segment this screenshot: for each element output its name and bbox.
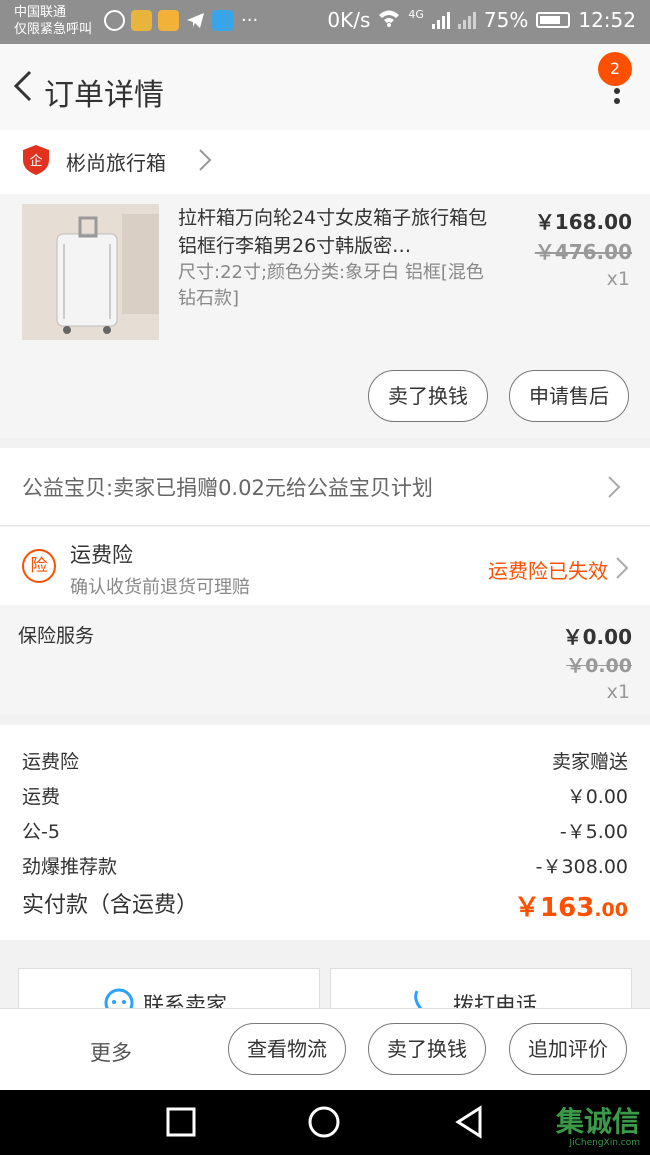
contact-seller-button[interactable]: 联系卖家 — [18, 968, 320, 1008]
video-app-icon — [212, 10, 233, 31]
back-icon[interactable] — [450, 1104, 490, 1140]
network-type: 4G — [408, 7, 424, 21]
chevron-right-icon — [614, 555, 630, 581]
insurance-subtitle: 确认收货前退货可理赔 — [70, 577, 250, 598]
service-original-price: ￥0.00 — [566, 655, 632, 677]
notification-app-icon — [104, 10, 125, 31]
watermark-logo: 集诚信 — [555, 1105, 640, 1138]
summary-label: 运费 — [22, 786, 61, 808]
carrier-status: 仅限紧急呼叫 — [14, 22, 93, 37]
wifi-icon — [378, 8, 400, 32]
signal-icon — [457, 11, 476, 29]
sell-for-cash-button[interactable]: 卖了换钱 — [368, 370, 488, 422]
product-item[interactable]: 拉杆箱万向轮24寸女皮箱子旅行箱包铝框行李箱男26寸韩版密… 尺寸:22寸;颜色… — [0, 194, 650, 438]
system-nav-bar: 集诚信 JiChengXin.com — [0, 1090, 650, 1155]
status-indicators: 0K/s 4G 75% 12:52 — [327, 7, 636, 33]
phone-icon — [411, 987, 437, 1008]
add-review-button[interactable]: 追加评价 — [509, 1023, 627, 1075]
sell-for-cash-button[interactable]: 卖了换钱 — [368, 1023, 486, 1075]
recents-icon[interactable] — [160, 1104, 200, 1140]
product-quantity: x1 — [606, 268, 630, 290]
insurance-title: 运费险 — [70, 543, 133, 567]
more-button[interactable]: 更多 — [90, 1037, 132, 1067]
back-arrow-icon[interactable] — [8, 66, 40, 106]
service-price: ￥0.00 — [562, 625, 632, 649]
insurance-status: 运费险已失效 — [488, 559, 608, 583]
apply-after-sale-button[interactable]: 申请售后 — [509, 370, 629, 422]
view-logistics-button[interactable]: 查看物流 — [228, 1023, 346, 1075]
shipping-insurance-row[interactable]: 险 运费险 确认收货前退货可理赔 运费险已失效 — [0, 527, 650, 605]
order-summary: 运费险 卖家赠送 运费 ￥0.00 公-5 -￥5.00 劲爆推荐款 -￥308… — [0, 725, 650, 940]
product-sku: 尺寸:22寸;颜色分类:象牙白 铝框[混色钻石款] — [178, 262, 484, 309]
notification-icons: ··· — [104, 10, 258, 31]
charity-text: 公益宝贝:卖家已捐赠0.02元给公益宝贝计划 — [22, 476, 433, 500]
call-label: 拨打电话 — [453, 993, 537, 1008]
clock: 12:52 — [578, 8, 636, 32]
product-original-price: ￥476.00 — [534, 240, 632, 264]
summary-value: ￥0.00 — [566, 786, 628, 808]
total-amount-integer: ￥163 — [514, 893, 595, 923]
total-amount: ￥163.00 — [514, 887, 628, 924]
product-price: ￥168.00 — [534, 210, 632, 234]
product-title[interactable]: 拉杆箱万向轮24寸女皮箱子旅行箱包铝框行李箱男26寸韩版密… — [178, 204, 498, 260]
battery-icon — [536, 12, 571, 28]
watermark-url: JiChengXin.com — [569, 1138, 640, 1148]
insurance-icon: 险 — [22, 549, 56, 583]
carrier-name: 中国联通 — [14, 5, 67, 20]
page-title: 订单详情 — [44, 78, 164, 113]
total-amount-decimal: .00 — [594, 899, 628, 921]
notification-app-icon — [131, 10, 152, 31]
enterprise-shield-icon: 企 — [22, 144, 50, 176]
summary-value: 卖家赠送 — [551, 751, 628, 773]
summary-value: -￥5.00 — [559, 821, 628, 843]
call-button[interactable]: 拨打电话 — [330, 968, 632, 1008]
chevron-right-icon — [196, 146, 214, 174]
battery-percent: 75% — [483, 8, 529, 32]
shop-name: 彬尚旅行箱 — [66, 151, 166, 175]
chat-icon — [103, 987, 135, 1008]
contact-section: 联系卖家 拨打电话 — [0, 950, 650, 1008]
summary-value: -￥308.00 — [535, 856, 628, 878]
service-quantity: x1 — [606, 681, 630, 703]
home-icon[interactable] — [304, 1104, 344, 1140]
summary-label: 公-5 — [22, 821, 60, 843]
total-label: 实付款（含运费） — [22, 893, 199, 918]
summary-label: 运费险 — [22, 751, 80, 773]
shop-row[interactable]: 企 彬尚旅行箱 — [0, 130, 650, 194]
contact-seller-label: 联系卖家 — [143, 993, 227, 1008]
product-image[interactable] — [22, 204, 159, 340]
signal-icon — [431, 11, 450, 29]
more-notifications-icon: ··· — [241, 10, 259, 31]
status-bar: 中国联通 仅限紧急呼叫 ··· 0K/s 4G 75% 12:52 — [0, 0, 650, 44]
telegram-icon — [185, 10, 206, 31]
weibo-icon — [158, 10, 179, 31]
chevron-right-icon — [606, 474, 622, 500]
carrier-info: 中国联通 仅限紧急呼叫 — [14, 4, 92, 38]
service-name: 保险服务 — [18, 625, 95, 647]
network-speed: 0K/s — [327, 8, 371, 32]
svg-text:企: 企 — [29, 153, 42, 169]
insurance-service-item: 保险服务 ￥0.00 ￥0.00 x1 — [0, 605, 650, 715]
summary-label: 劲爆推荐款 — [22, 856, 118, 878]
message-badge: 2 — [598, 52, 632, 86]
charity-row[interactable]: 公益宝贝:卖家已捐赠0.02元给公益宝贝计划 — [0, 448, 650, 526]
bottom-action-bar: 更多 查看物流 卖了换钱 追加评价 — [0, 1008, 650, 1090]
title-bar: 订单详情 2 — [0, 44, 650, 130]
